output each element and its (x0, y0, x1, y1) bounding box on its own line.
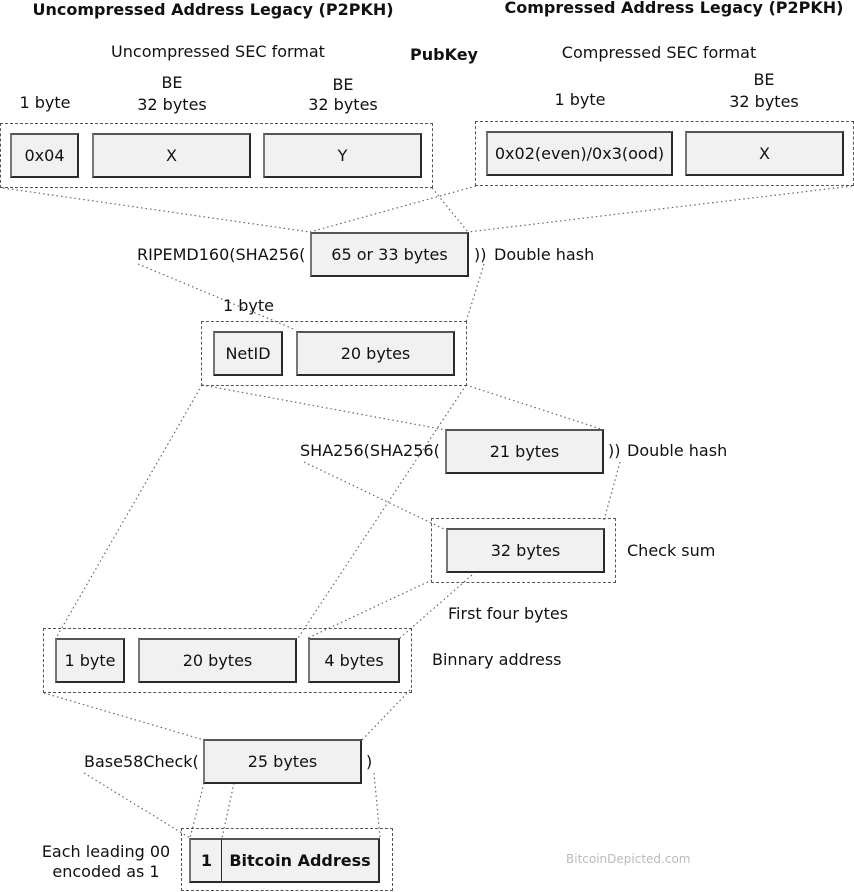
netid-box: NetID (213, 331, 283, 376)
y-size: 32 bytes (308, 95, 378, 114)
uncompressed-prefix-size: 1 byte (19, 93, 71, 112)
binary-checksum-value: 4 bytes (324, 651, 384, 670)
address-lead-box: 1 (189, 838, 223, 883)
uncompressed-x-box: X (92, 133, 251, 178)
hash160-input-value: 65 or 33 bytes (331, 245, 448, 264)
uncompressed-title: Uncompressed Address Legacy (P2PKH) (32, 0, 394, 19)
compressed-x-endian: BE (753, 70, 775, 89)
netid-value: NetID (225, 344, 271, 363)
checksum-box: 32 bytes (446, 528, 605, 573)
x-size: 32 bytes (137, 95, 207, 114)
hash160-input-box: 65 or 33 bytes (310, 232, 469, 277)
bitcoin-address-box: Bitcoin Address (221, 838, 380, 883)
y-endian: BE (332, 75, 354, 94)
compressed-x-value: X (759, 144, 770, 163)
binary-version-box: 1 byte (55, 638, 125, 683)
hash160-note: Double hash (494, 245, 595, 264)
uncompressed-prefix-value: 0x04 (24, 146, 65, 165)
checksum-hash-input-value: 21 bytes (489, 442, 560, 461)
compressed-x-size: 32 bytes (729, 92, 799, 111)
uncompressed-x-value: X (166, 146, 177, 165)
uncompressed-prefix-box: 0x04 (10, 133, 79, 178)
checksum-hash-prefix: SHA256(SHA256( (300, 441, 440, 460)
uncompressed-format-label: Uncompressed SEC format (111, 42, 325, 61)
bitcoin-address-value: Bitcoin Address (229, 851, 371, 870)
compressed-prefix-box: 0x02(even)/0x3(ood) (486, 131, 673, 176)
pubkey-label: PubKey (410, 45, 478, 64)
first-four-bytes-label: First four bytes (448, 604, 569, 623)
leading-zero-note-line2: encoded as 1 (52, 862, 160, 881)
compressed-x-box: X (685, 131, 844, 176)
uncompressed-y-value: Y (337, 146, 348, 165)
base58-suffix: ) (366, 752, 373, 771)
checksum-hash-suffix: )) (608, 441, 621, 460)
leading-zero-note-line1: Each leading 00 (41, 842, 171, 861)
binary-checksum-box: 4 bytes (308, 638, 400, 683)
checksum-hash-input-box: 21 bytes (445, 429, 604, 474)
compressed-prefix-size: 1 byte (554, 90, 606, 109)
netid-size-label: 1 byte (223, 296, 275, 315)
checksum-hash-note: Double hash (627, 441, 728, 460)
hash160-prefix: RIPEMD160(SHA256( (137, 245, 306, 264)
binary-payload-value: 20 bytes (182, 651, 253, 670)
binary-version-value: 1 byte (64, 651, 116, 670)
hash160-suffix: )) (474, 245, 487, 264)
watermark: BitcoinDepicted.com (566, 852, 691, 866)
x-endian: BE (161, 73, 183, 92)
compressed-prefix-value: 0x02(even)/0x3(ood) (494, 144, 665, 163)
compressed-format-label: Compressed SEC format (561, 43, 757, 62)
pubkey-hash-box: 20 bytes (296, 331, 455, 376)
pubkey-hash-value: 20 bytes (340, 344, 411, 363)
binary-address-note: Binnary address (432, 650, 562, 669)
checksum-note: Check sum (627, 541, 716, 560)
base58-input-value: 25 bytes (247, 752, 318, 771)
checksum-value: 32 bytes (490, 541, 561, 560)
uncompressed-y-box: Y (263, 133, 422, 178)
address-lead-value: 1 (200, 851, 213, 870)
binary-payload-box: 20 bytes (138, 638, 297, 683)
base58-prefix: Base58Check( (84, 752, 199, 771)
compressed-title: Compressed Address Legacy (P2PKH) (504, 0, 844, 17)
base58-input-box: 25 bytes (203, 739, 362, 784)
